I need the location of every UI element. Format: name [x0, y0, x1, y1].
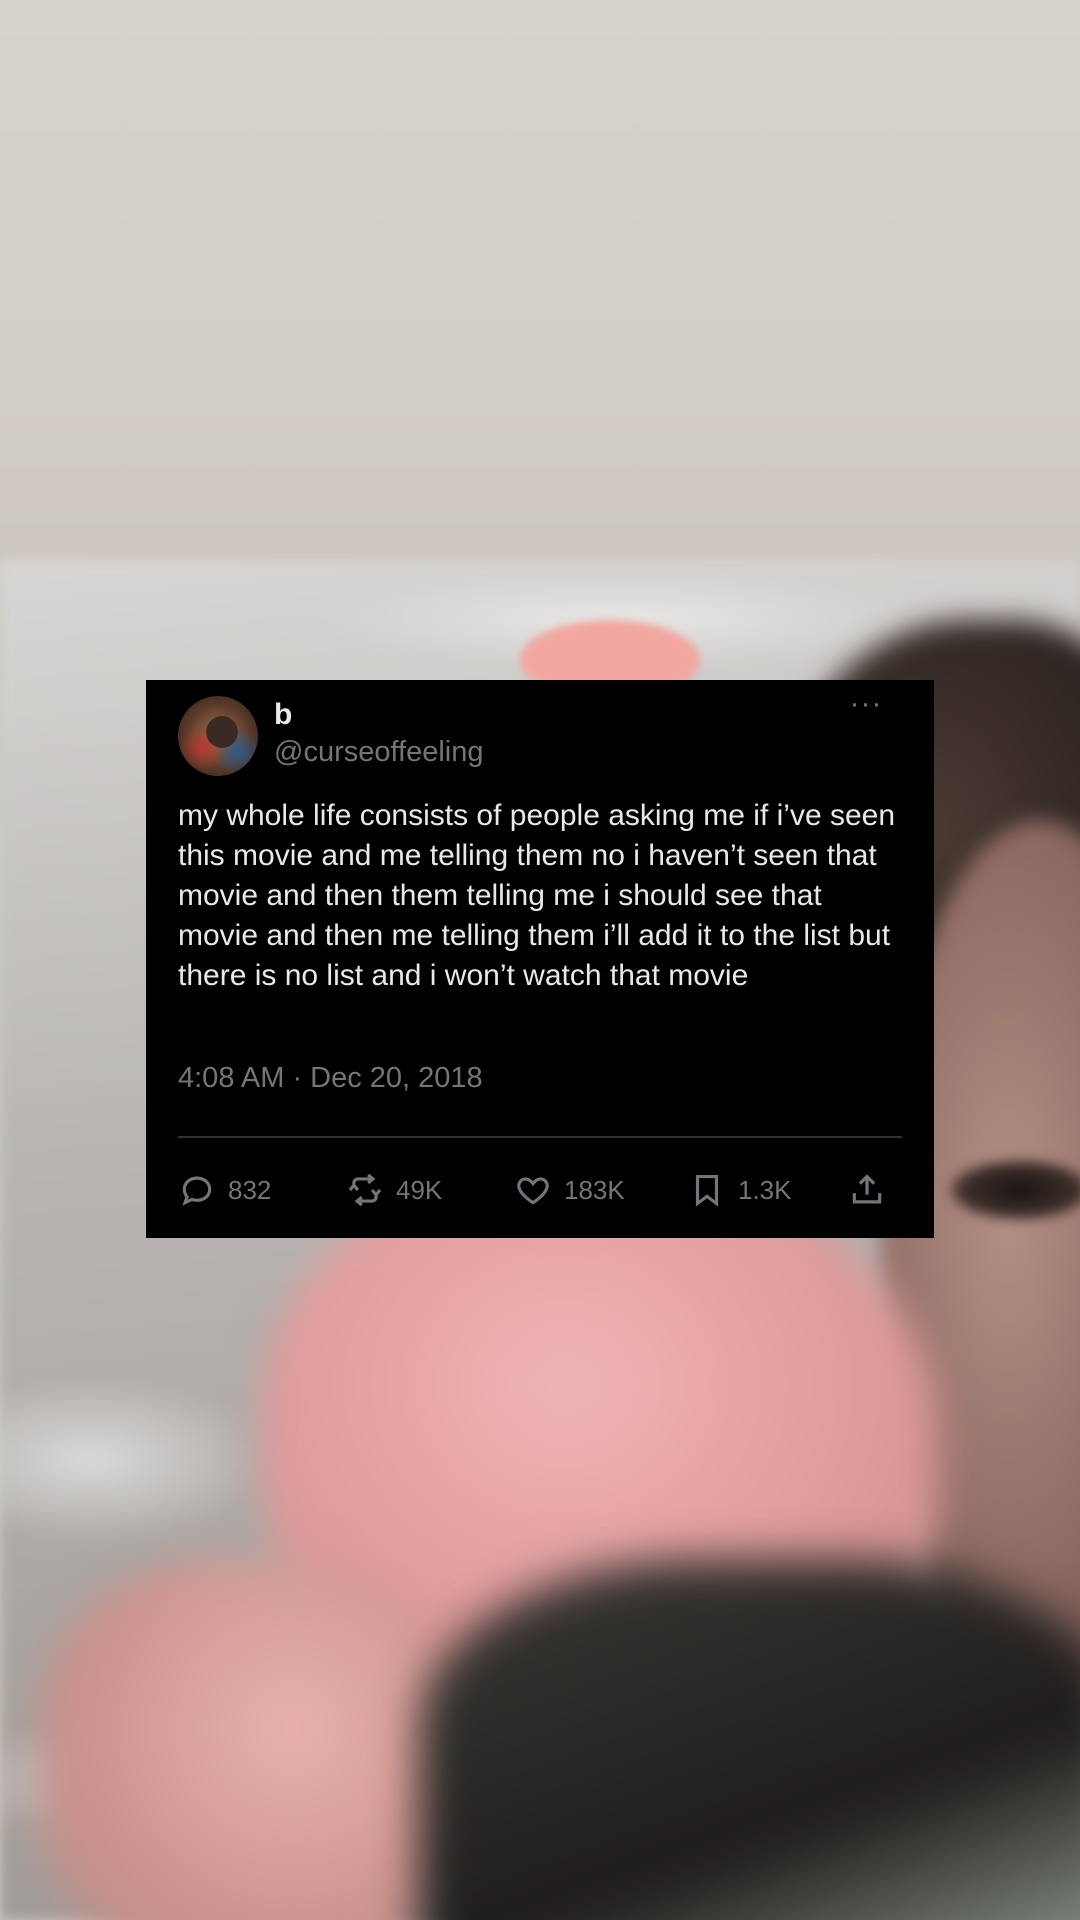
- tweet-text: my whole life consists of people asking …: [178, 799, 896, 992]
- ellipsis-icon[interactable]: ···: [846, 689, 886, 719]
- bookmark-button[interactable]: 1.3K: [688, 1168, 792, 1212]
- repost-icon: [348, 1173, 382, 1207]
- bookmark-count: 1.3K: [738, 1174, 792, 1205]
- sleeve: [420, 1560, 1080, 1920]
- repost-count: 49K: [396, 1174, 443, 1205]
- eye: [950, 1160, 1080, 1220]
- like-button[interactable]: 183K: [514, 1168, 625, 1212]
- repost-button[interactable]: 49K: [346, 1168, 442, 1212]
- share-button[interactable]: [848, 1168, 886, 1212]
- like-count: 183K: [564, 1174, 625, 1205]
- reply-button[interactable]: 832: [178, 1168, 271, 1212]
- arm: [40, 1560, 460, 1920]
- display-name[interactable]: b: [274, 698, 292, 732]
- timestamp[interactable]: 4:08 AM · Dec 20, 2018: [178, 1062, 483, 1095]
- reply-icon: [182, 1176, 212, 1206]
- bookmark-icon: [695, 1174, 719, 1207]
- user-handle[interactable]: @curseoffeeling: [274, 736, 483, 769]
- share-icon: [852, 1174, 882, 1204]
- avatar[interactable]: [178, 696, 258, 776]
- action-bar: 832 49K 183K 1.3K: [178, 1168, 902, 1212]
- reply-count: 832: [228, 1174, 272, 1205]
- tweet-card: b @curseoffeeling ··· my whole life cons…: [146, 680, 934, 1238]
- heart-icon: [517, 1177, 549, 1205]
- divider: [178, 1136, 902, 1138]
